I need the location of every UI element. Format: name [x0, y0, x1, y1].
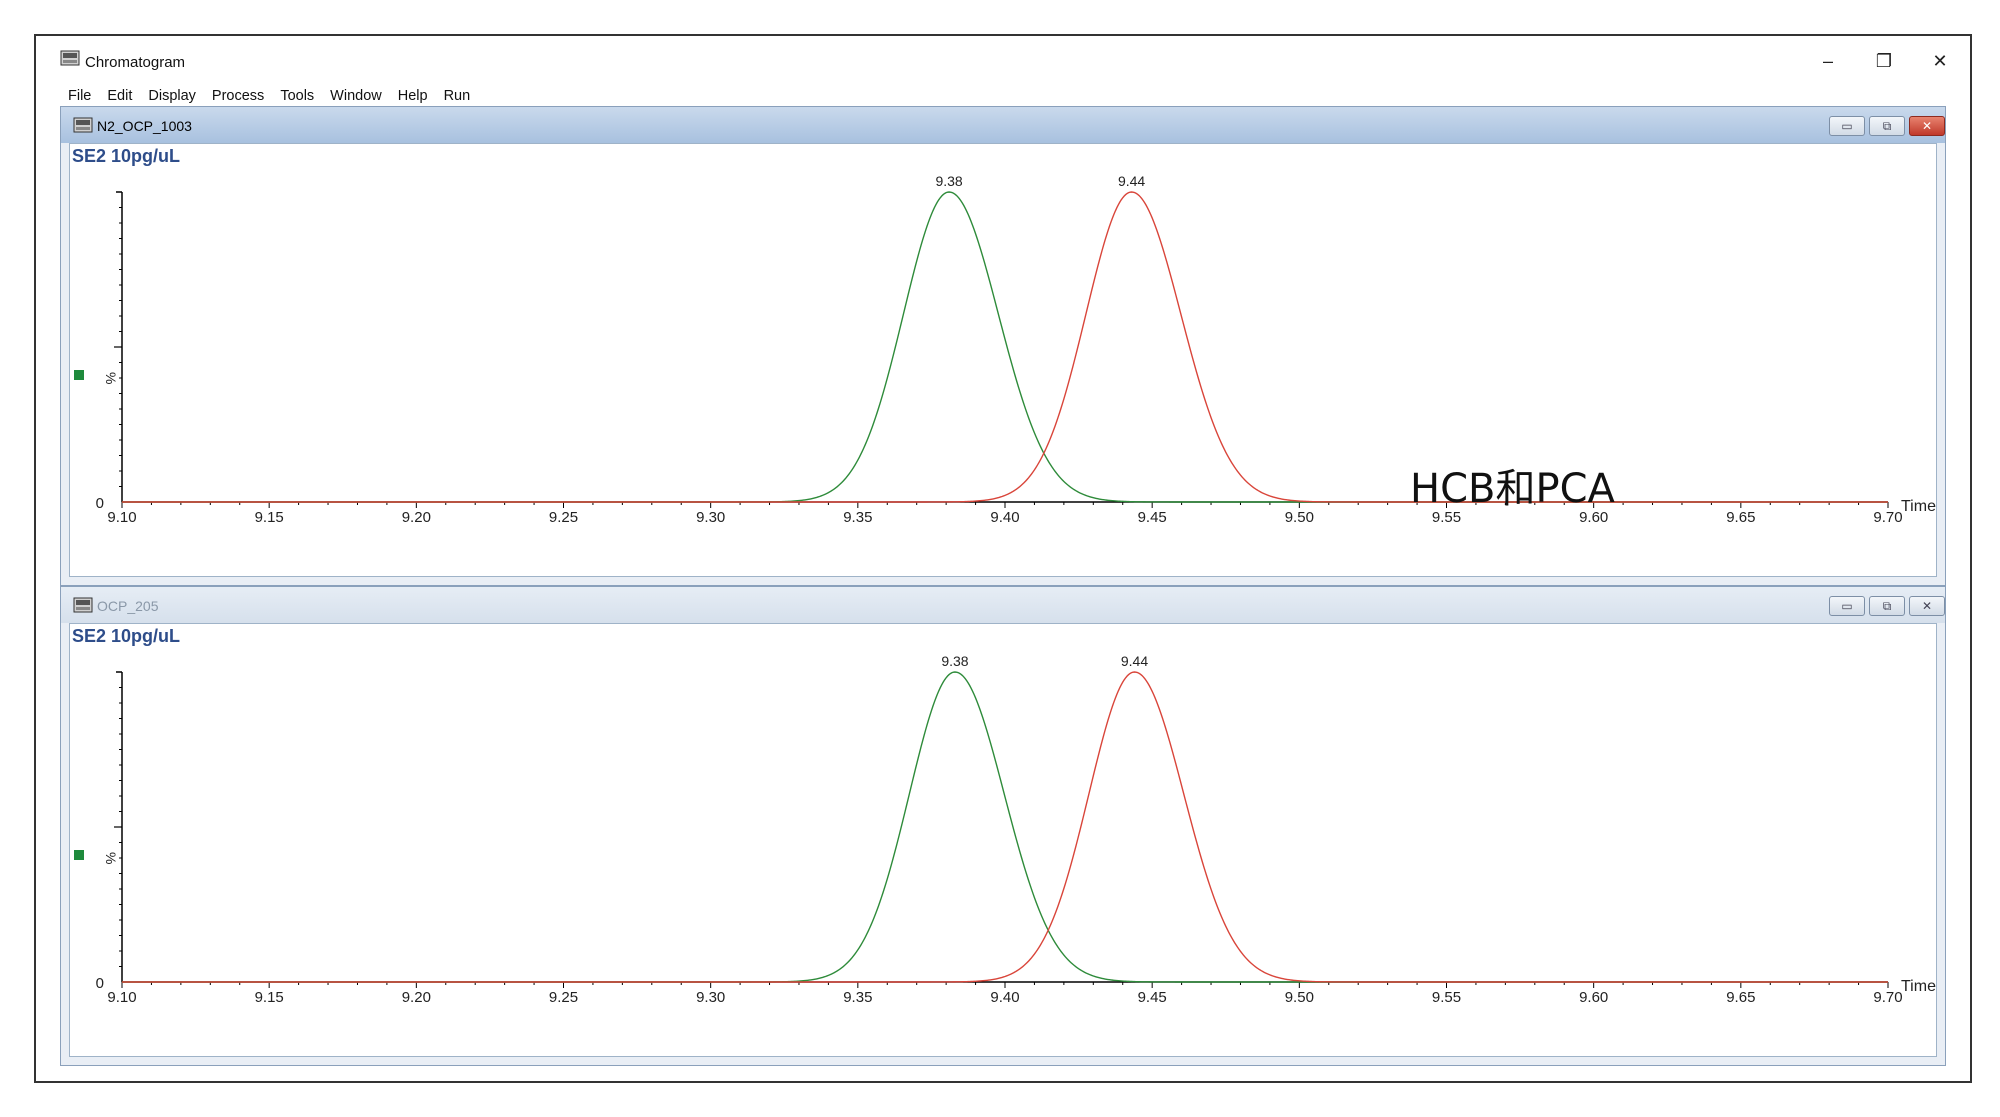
close-icon: ✕	[1932, 50, 1948, 71]
peak-label-9.44: 9.44	[1121, 653, 1148, 669]
minimize-icon: ▭	[1841, 119, 1853, 133]
x-tick-label: 9.60	[1579, 989, 1608, 1006]
chromatogram-app-icon	[60, 50, 80, 66]
x-tick-label: 9.15	[255, 989, 284, 1006]
trace-series-1	[122, 671, 1888, 983]
menu-edit[interactable]: Edit	[99, 82, 140, 106]
panel-1-titlebar[interactable]: N2_OCP_1003 ▭ ⧉ ✕	[61, 107, 1945, 143]
chromatogram-doc-icon	[73, 597, 93, 613]
close-icon: ✕	[1921, 119, 1933, 133]
x-tick-label: 9.30	[696, 509, 725, 526]
x-tick-label: 9.40	[990, 989, 1019, 1006]
x-tick-label: 9.35	[843, 989, 872, 1006]
y-axis-percent-label: %	[103, 372, 119, 384]
restore-button[interactable]: ❐	[1862, 46, 1906, 76]
panel-2-plot-area[interactable]: SE2 10pg/uL % 0 Time 9.38 9.44 9.10 9.15 9…	[69, 623, 1937, 1057]
minimize-button[interactable]: –	[1806, 46, 1850, 76]
panel-1-plot-area[interactable]: SE2 10pg/uL % 0 Time 9.38 9.44 9.10 9.15 9…	[69, 143, 1937, 577]
trace-series-1	[122, 191, 1888, 503]
minimize-icon: –	[1822, 50, 1833, 71]
x-tick-label: 9.65	[1726, 989, 1755, 1006]
menu-display[interactable]: Display	[140, 82, 204, 106]
minimize-icon: ▭	[1841, 599, 1853, 613]
x-tick-label: 9.25	[549, 989, 578, 1006]
panel-2-titlebar[interactable]: OCP_205 ▭ ⧉ ✕	[61, 587, 1945, 623]
close-button[interactable]: ✕	[1918, 46, 1962, 76]
chromatogram-panel-2[interactable]: OCP_205 ▭ ⧉ ✕ SE2 10pg/uL % 0 Time 9.38 …	[60, 586, 1946, 1066]
menu-help[interactable]: Help	[390, 82, 436, 106]
x-tick-label: 9.45	[1138, 989, 1167, 1006]
restore-icon: ❐	[1875, 50, 1893, 71]
x-tick-label: 9.20	[402, 509, 431, 526]
x-axis-time-label: Time	[1901, 498, 1936, 515]
restore-icon: ⧉	[1882, 118, 1892, 133]
x-tick-label: 9.50	[1285, 509, 1314, 526]
chromatogram-app-window: Chromatogram – ❐ ✕ File Edit Display Pro…	[34, 34, 1972, 1083]
chromatogram-chart-2: % 0 Time 9.38 9.44 9.10 9.15 9.20 9.25 9.30 9…	[96, 653, 1936, 1006]
x-tick-label: 9.10	[107, 989, 136, 1006]
panel-1-restore-button[interactable]: ⧉	[1869, 116, 1905, 136]
trace-series-2	[122, 191, 1888, 503]
panel-2-title: OCP_205	[97, 598, 159, 614]
x-tick-label: 9.35	[843, 509, 872, 526]
menu-window[interactable]: Window	[322, 82, 390, 106]
x-tick-label: 9.70	[1873, 509, 1902, 526]
y-axis-zero-label: 0	[96, 495, 104, 512]
menu-process[interactable]: Process	[204, 82, 272, 106]
x-tick-label: 9.65	[1726, 509, 1755, 526]
panel-2-close-button[interactable]: ✕	[1909, 596, 1945, 616]
trace-series-2	[122, 671, 1888, 983]
x-tick-label: 9.20	[402, 989, 431, 1006]
x-tick-label: 9.30	[696, 989, 725, 1006]
compound-annotation: HCB和PCA	[1410, 466, 1615, 512]
x-tick-label: 9.15	[255, 509, 284, 526]
menu-file[interactable]: File	[60, 82, 99, 106]
close-icon: ✕	[1921, 599, 1933, 613]
menu-tools[interactable]: Tools	[272, 82, 322, 106]
x-tick-label: 9.40	[990, 509, 1019, 526]
x-tick-label: 9.70	[1873, 989, 1902, 1006]
x-tick-label: 9.10	[107, 509, 136, 526]
peak-label-9.38: 9.38	[935, 173, 962, 189]
panel-1-minimize-button[interactable]: ▭	[1829, 116, 1865, 136]
chromatogram-panel-1[interactable]: N2_OCP_1003 ▭ ⧉ ✕ SE2 10pg/uL % 0 Time 9…	[60, 106, 1946, 586]
chromatogram-doc-icon	[73, 117, 93, 133]
y-axis-zero-label: 0	[96, 975, 104, 992]
app-title: Chromatogram	[85, 54, 186, 71]
app-titlebar: Chromatogram – ❐ ✕	[36, 36, 1970, 82]
x-tick-label: 9.25	[549, 509, 578, 526]
menu-run[interactable]: Run	[436, 82, 479, 106]
x-tick-label: 9.45	[1138, 509, 1167, 526]
panel-1-close-button[interactable]: ✕	[1909, 116, 1945, 136]
x-tick-label: 9.55	[1432, 989, 1461, 1006]
peak-label-9.44: 9.44	[1118, 173, 1145, 189]
restore-icon: ⧉	[1882, 598, 1892, 613]
y-axis-percent-label: %	[103, 852, 119, 864]
panel-1-title: N2_OCP_1003	[97, 118, 192, 134]
x-tick-label: 9.50	[1285, 989, 1314, 1006]
panel-2-minimize-button[interactable]: ▭	[1829, 596, 1865, 616]
panel-2-restore-button[interactable]: ⧉	[1869, 596, 1905, 616]
menu-bar: File Edit Display Process Tools Window H…	[60, 82, 478, 106]
x-axis-time-label: Time	[1901, 978, 1936, 995]
peak-label-9.38: 9.38	[941, 653, 968, 669]
chromatogram-chart-1: % 0 Time 9.38 9.44 9.10 9.15 9.20 9.25 9.30 9…	[96, 173, 1936, 526]
